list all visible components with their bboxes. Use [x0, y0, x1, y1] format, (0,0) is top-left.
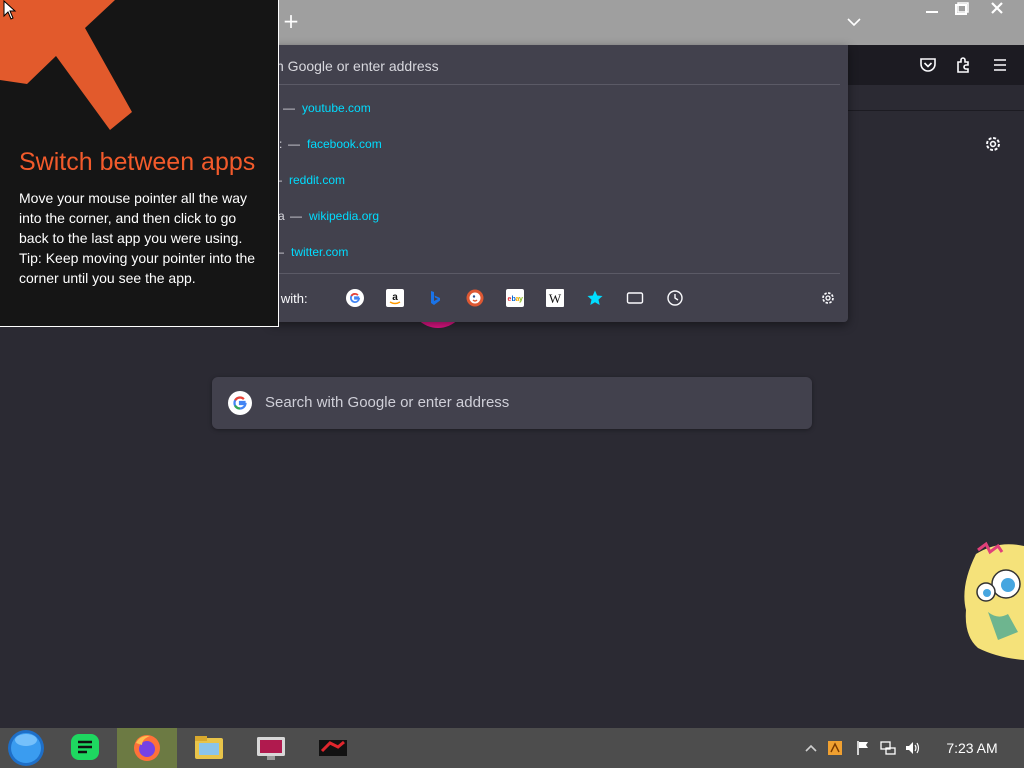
bookmarks-star-icon — [587, 290, 603, 305]
pocket-button[interactable] — [916, 53, 940, 77]
suggestion-dash: — — [288, 137, 300, 151]
network-icon — [880, 741, 896, 755]
game-app-icon — [319, 740, 347, 756]
display-app-icon — [257, 737, 285, 760]
cartoon-mascot-icon — [964, 541, 1024, 660]
volume-icon — [906, 742, 920, 754]
search-bookmarks[interactable] — [586, 289, 604, 307]
bing-icon — [431, 291, 440, 305]
chevron-down-icon — [847, 18, 861, 27]
tabs-icon — [626, 292, 644, 304]
search-history[interactable] — [666, 289, 684, 307]
taskbar: 7:23 AM — [0, 728, 1024, 768]
taskbar-file-explorer[interactable] — [179, 728, 239, 768]
google-icon — [346, 289, 364, 307]
search-engine-google[interactable] — [346, 289, 364, 307]
ebay-icon: ebay — [506, 289, 524, 307]
search-engine-wikipedia[interactable]: W — [546, 289, 564, 307]
tip-body: Move your mouse pointer all the way into… — [19, 188, 269, 288]
spotify-icon — [71, 734, 99, 760]
start-orb-icon — [8, 730, 44, 766]
tray-app[interactable] — [827, 740, 843, 756]
suggestion-facebook[interactable]: : — facebook.com — [270, 129, 840, 159]
suggestion-youtube[interactable]: — youtube.com — [270, 93, 840, 123]
taskbar-clock[interactable]: 7:23 AM — [930, 740, 1014, 756]
new-tab-button[interactable]: + — [280, 10, 302, 32]
flag-icon — [857, 741, 868, 755]
taskbar-spotify[interactable] — [55, 728, 115, 768]
divider — [270, 273, 840, 274]
restore-icon — [955, 2, 969, 15]
taskbar-firefox[interactable] — [117, 728, 177, 768]
corner-arrow-icon — [0, 0, 132, 130]
application-menu-button[interactable] — [988, 53, 1012, 77]
suggestion-wikipedia[interactable]: a — wikipedia.org — [270, 201, 840, 231]
close-icon — [991, 2, 1003, 14]
firefox-icon — [134, 735, 160, 761]
hamburger-menu-icon — [994, 59, 1006, 71]
suggestion-url: wikipedia.org — [309, 209, 380, 223]
suggestion-title: a — [278, 209, 285, 223]
history-icon — [667, 290, 683, 306]
amazon-icon: a — [386, 289, 404, 307]
newtab-search-placeholder: Search with Google or enter address — [265, 394, 510, 411]
switch-apps-tip: Switch between apps Move your mouse poin… — [0, 0, 279, 327]
list-all-tabs-button[interactable] — [842, 10, 866, 34]
search-settings-button[interactable] — [818, 288, 838, 308]
suggestion-url: youtube.com — [302, 101, 371, 115]
gear-icon — [822, 292, 834, 304]
search-tabs[interactable] — [626, 289, 644, 307]
tip-body-text: Move your mouse pointer all the way into… — [19, 190, 247, 246]
window-restore-button[interactable] — [944, 0, 978, 20]
suggestion-dash: — — [283, 101, 295, 115]
show-hidden-icons-button[interactable] — [803, 740, 819, 756]
tip-title: Switch between apps — [19, 148, 256, 176]
svg-text:W: W — [549, 291, 562, 306]
taskbar-game-app[interactable] — [303, 728, 363, 768]
search-engine-amazon[interactable]: a — [386, 289, 404, 307]
svg-text:y: y — [519, 296, 523, 303]
start-button[interactable] — [6, 729, 46, 767]
tray-app-icon — [828, 741, 842, 755]
suggestion-url: reddit.com — [289, 173, 346, 187]
volume-button[interactable] — [905, 740, 921, 756]
google-icon — [228, 391, 252, 415]
svg-text:a: a — [392, 292, 398, 303]
suggestion-url: facebook.com — [307, 137, 382, 151]
file-explorer-icon — [195, 736, 223, 759]
gear-icon — [986, 137, 1000, 151]
mouse-cursor-icon — [3, 0, 17, 20]
search-engine-ebay[interactable]: ebay — [506, 289, 524, 307]
newtab-settings-button[interactable] — [981, 132, 1005, 156]
extensions-icon — [957, 57, 969, 73]
suggestion-dash: — — [290, 209, 302, 223]
duckduckgo-icon — [466, 289, 484, 307]
window-close-button[interactable] — [980, 0, 1014, 20]
tip-hint-text: Tip: Keep moving your pointer into the c… — [19, 250, 256, 286]
urlbar-dropdown: h Google or enter address — youtube.com … — [270, 45, 848, 322]
action-center-button[interactable] — [855, 740, 871, 756]
suggestion-reddit[interactable]: — reddit.com — [270, 165, 840, 195]
suggestion-twitter[interactable]: — twitter.com — [270, 237, 840, 267]
pocket-icon — [920, 58, 936, 72]
network-button[interactable] — [880, 740, 896, 756]
taskbar-display-app[interactable] — [241, 728, 301, 768]
search-engine-duckduckgo[interactable] — [466, 289, 484, 307]
suggestion-title: : — [279, 137, 283, 151]
suggestion-url: twitter.com — [291, 245, 349, 259]
wikipedia-icon: W — [546, 289, 564, 307]
extensions-button[interactable] — [952, 53, 976, 77]
urlbar-input[interactable]: h Google or enter address — [276, 58, 439, 74]
newtab-search-box[interactable]: Search with Google or enter address — [212, 377, 812, 429]
chevron-up-icon — [805, 744, 817, 752]
divider — [270, 84, 840, 85]
search-engine-bing[interactable] — [426, 289, 444, 307]
